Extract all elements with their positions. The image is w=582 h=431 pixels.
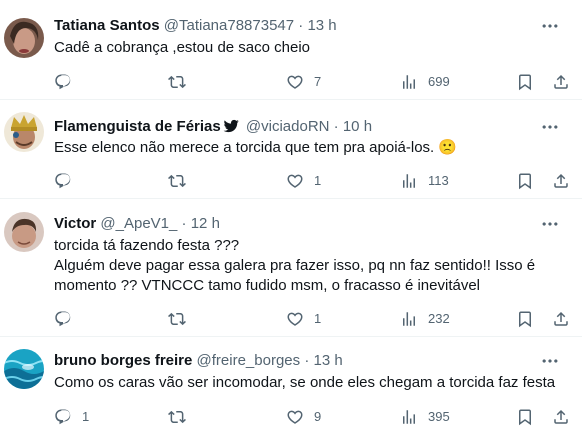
heart-icon [286,310,304,328]
author-name[interactable]: Victor [54,215,96,232]
author-handle[interactable]: @_ApeV1_ [100,215,177,232]
timestamp[interactable]: 12 h [191,215,220,232]
retweet-button[interactable] [168,309,196,329]
share-icon [552,172,570,190]
bookmark-button[interactable] [516,407,534,427]
view-count: 395 [428,409,450,424]
tweet-text: Como os caras vão ser incomodar, se onde… [54,374,556,391]
tweet-text: Cadê a cobrança ,estou de saco cheio [54,39,311,56]
tweet-actions: 1 9 395 [0,407,582,427]
like-count: 7 [314,74,322,89]
views-icon [400,172,418,190]
separator: · [333,118,339,135]
retweet-icon [168,73,186,91]
heart-icon [286,73,304,91]
tweet-text-line: momento ?? VTNCCC tamo fudido msm, o fra… [54,277,480,294]
tweet-actions: 1 232 [0,309,582,329]
like-count: 1 [314,173,322,188]
views-button[interactable]: 699 [400,72,450,92]
retweet-icon [168,310,186,328]
tweet-text: torcida tá fazendo festa ??? Alguém deve… [54,236,535,296]
tweet-text-line: torcida tá fazendo festa ??? [54,237,240,254]
bookmark-button[interactable] [516,72,534,92]
author-handle[interactable]: @freire_borges [197,352,301,369]
views-icon [400,310,418,328]
timestamp[interactable]: 10 h [343,118,372,135]
views-icon [400,408,418,426]
avatar[interactable] [4,349,44,389]
more-icon[interactable] [540,117,560,137]
share-button[interactable] [552,309,570,329]
bookmark-icon [516,408,534,426]
heart-icon [286,172,304,190]
separator: · [298,17,304,34]
bookmark-button[interactable] [516,309,534,329]
like-button[interactable]: 7 [286,72,321,92]
tweet-actions: 7 699 [0,72,582,92]
more-icon[interactable] [540,214,560,234]
author-name[interactable]: Flamenguista de Férias [54,118,221,135]
reply-icon [54,408,72,426]
reply-icon [54,172,72,190]
retweet-icon [168,172,186,190]
tweet[interactable]: Victor @_ApeV1_ · 12 h torcida tá fazend… [0,199,582,337]
author-handle[interactable]: @viciadoRN [246,118,330,135]
avatar[interactable] [4,112,44,152]
retweet-icon [168,408,186,426]
like-button[interactable]: 1 [286,309,321,329]
separator: · [304,352,310,369]
view-count: 699 [428,74,450,89]
more-icon[interactable] [540,351,560,371]
like-count: 1 [314,311,322,326]
reply-button[interactable] [54,72,82,92]
retweet-button[interactable] [168,72,196,92]
bookmark-icon [516,73,534,91]
retweet-button[interactable] [168,407,196,427]
share-icon [552,408,570,426]
reply-button[interactable] [54,171,82,191]
views-button[interactable]: 395 [400,407,450,427]
reply-icon [54,310,72,328]
tweet[interactable]: bruno borges freire @freire_borges · 13 … [0,337,582,431]
reply-button[interactable] [54,309,82,329]
timestamp[interactable]: 13 h [307,17,336,34]
author-name[interactable]: bruno borges freire [54,352,192,369]
tweet[interactable]: Flamenguista de Férias @viciadoRN · 10 h… [0,100,582,199]
author-handle[interactable]: @Tatiana78873547 [164,17,294,34]
tweet[interactable]: Tatiana Santos @Tatiana78873547 · 13 h C… [0,0,582,100]
retweet-button[interactable] [168,171,196,191]
bookmark-button[interactable] [516,171,534,191]
heart-icon [286,408,304,426]
verified-icon [223,118,239,140]
more-icon[interactable] [540,16,560,36]
share-icon [552,310,570,328]
avatar[interactable] [4,212,44,252]
like-count: 9 [314,409,322,424]
bookmark-icon [516,310,534,328]
like-button[interactable]: 1 [286,171,321,191]
reply-button[interactable]: 1 [54,407,89,427]
views-button[interactable]: 232 [400,309,450,329]
views-button[interactable]: 113 [400,171,449,191]
share-button[interactable] [552,171,570,191]
separator: · [181,215,187,232]
reply-count: 1 [82,409,90,424]
tweet-text-line: Alguém deve pagar essa galera pra fazer … [54,257,536,274]
share-button[interactable] [552,407,570,427]
author-name[interactable]: Tatiana Santos [54,17,160,34]
like-button[interactable]: 9 [286,407,321,427]
timestamp[interactable]: 13 h [313,352,342,369]
share-icon [552,73,570,91]
tweet-actions: 1 113 [0,171,582,191]
share-button[interactable] [552,72,570,92]
view-count: 113 [428,173,449,188]
view-count: 232 [428,311,450,326]
views-icon [400,73,418,91]
tweet-text: Esse elenco não merece a torcida que tem… [54,139,458,156]
reply-icon [54,73,72,91]
bookmark-icon [516,172,534,190]
avatar[interactable] [4,18,44,58]
